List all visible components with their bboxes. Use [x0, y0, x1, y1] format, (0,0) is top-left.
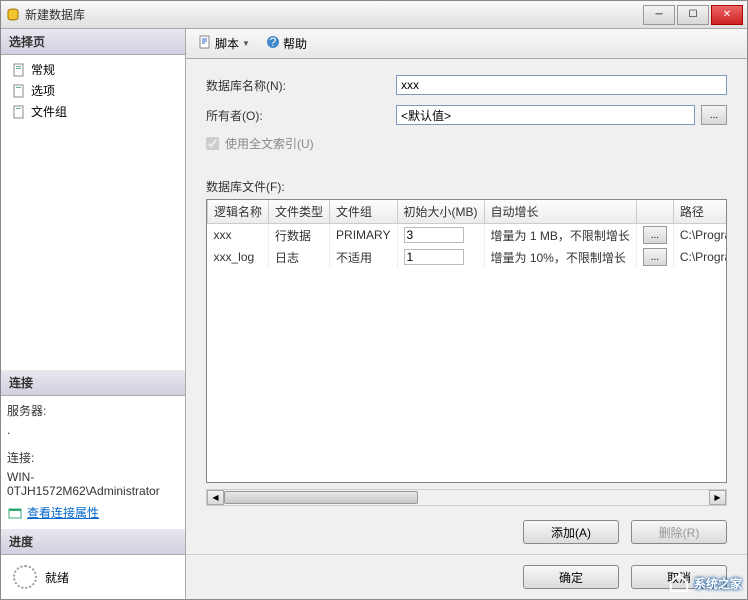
- sidebar: 选择页 常规 选项 文件组 连接 服务器: .: [1, 29, 186, 599]
- scroll-right-button[interactable]: ▶: [709, 490, 726, 505]
- scroll-track[interactable]: [224, 490, 709, 505]
- page-icon: [11, 104, 27, 120]
- cell-size[interactable]: [397, 224, 484, 247]
- dialog-window: 新建数据库 ─ ☐ ✕ 选择页 常规 选项 文件组: [0, 0, 748, 600]
- connection-header: 连接: [1, 370, 185, 396]
- script-icon: [198, 35, 212, 52]
- db-name-input[interactable]: [396, 75, 727, 95]
- horizontal-scrollbar[interactable]: ◀ ▶: [206, 489, 727, 506]
- window-buttons: ─ ☐ ✕: [643, 5, 743, 25]
- db-files-label: 数据库文件(F):: [186, 170, 747, 199]
- sidebar-item-label: 选项: [31, 82, 55, 99]
- growth-ellipsis-button[interactable]: ...: [643, 226, 667, 244]
- cell-type[interactable]: 日志: [269, 246, 330, 268]
- cell-growth-btn[interactable]: ...: [636, 224, 673, 247]
- select-page-header: 选择页: [1, 29, 185, 55]
- close-button[interactable]: ✕: [711, 5, 743, 25]
- size-input[interactable]: [404, 227, 464, 243]
- add-button[interactable]: 添加(A): [523, 520, 619, 544]
- titlebar[interactable]: 新建数据库 ─ ☐ ✕: [1, 1, 747, 29]
- sidebar-item-options[interactable]: 选项: [7, 80, 179, 101]
- col-initial-size[interactable]: 初始大小(MB): [397, 200, 484, 224]
- connection-body: 服务器: . 连接: WIN-0TJH1572M62\Administrator…: [1, 396, 185, 529]
- properties-icon: [7, 505, 23, 521]
- scroll-left-button[interactable]: ◀: [207, 490, 224, 505]
- grid-header-row: 逻辑名称 文件类型 文件组 初始大小(MB) 自动增长 路径: [208, 200, 728, 224]
- view-connection-properties[interactable]: 查看连接属性: [7, 500, 179, 525]
- help-button[interactable]: ? 帮助: [260, 33, 313, 54]
- cell-growth[interactable]: 增量为 10%，不限制增长: [484, 246, 636, 268]
- sidebar-item-label: 常规: [31, 61, 55, 78]
- view-connection-link[interactable]: 查看连接属性: [27, 504, 99, 521]
- help-label: 帮助: [283, 35, 307, 52]
- progress-spinner-icon: [13, 565, 37, 589]
- col-path[interactable]: 路径: [673, 200, 727, 224]
- chevron-down-icon: ▼: [242, 39, 250, 48]
- files-grid[interactable]: 逻辑名称 文件类型 文件组 初始大小(MB) 自动增长 路径 xxx行数据PRI…: [206, 199, 727, 483]
- cancel-button[interactable]: 取消: [631, 565, 727, 589]
- fulltext-label: 使用全文索引(U): [225, 135, 314, 152]
- col-logical-name[interactable]: 逻辑名称: [208, 200, 269, 224]
- dialog-body: 选择页 常规 选项 文件组 连接 服务器: .: [1, 29, 747, 599]
- cell-size[interactable]: [397, 246, 484, 268]
- table-row[interactable]: xxx行数据PRIMARY 增量为 1 MB，不限制增长... C:\Program…: [208, 224, 728, 247]
- cell-growth[interactable]: 增量为 1 MB，不限制增长: [484, 224, 636, 247]
- toolbar: 脚本 ▼ ? 帮助: [186, 29, 747, 59]
- cell-name[interactable]: xxx: [208, 224, 269, 247]
- connection-label: 连接:: [7, 447, 179, 468]
- owner-label: 所有者(O):: [206, 107, 396, 124]
- maximize-button[interactable]: ☐: [677, 5, 709, 25]
- svg-text:?: ?: [270, 35, 277, 49]
- fulltext-checkbox: [206, 137, 219, 150]
- cell-growth-btn[interactable]: ...: [636, 246, 673, 268]
- cell-group[interactable]: PRIMARY: [330, 224, 397, 247]
- help-icon: ?: [266, 35, 280, 52]
- col-growth-btn[interactable]: [636, 200, 673, 224]
- remove-button: 删除(R): [631, 520, 727, 544]
- connection-value: WIN-0TJH1572M62\Administrator: [7, 468, 179, 500]
- growth-ellipsis-button[interactable]: ...: [643, 248, 667, 266]
- script-button[interactable]: 脚本 ▼: [192, 33, 256, 54]
- ok-button[interactable]: 确定: [523, 565, 619, 589]
- file-buttons: 添加(A) 删除(R): [186, 514, 747, 550]
- size-input[interactable]: [404, 249, 464, 265]
- page-icon: [11, 62, 27, 78]
- script-label: 脚本: [215, 35, 239, 52]
- cell-path[interactable]: C:\Program Files\Mic: [673, 224, 727, 247]
- cell-name[interactable]: xxx_log: [208, 246, 269, 268]
- progress-status: 就绪: [45, 569, 69, 586]
- database-icon: [5, 7, 21, 23]
- sidebar-item-general[interactable]: 常规: [7, 59, 179, 80]
- cell-type[interactable]: 行数据: [269, 224, 330, 247]
- progress-body: 就绪: [1, 555, 185, 599]
- cell-path[interactable]: C:\Program Files\Mic: [673, 246, 727, 268]
- col-autogrowth[interactable]: 自动增长: [484, 200, 636, 224]
- select-page-body: 常规 选项 文件组: [1, 55, 185, 126]
- server-label: 服务器:: [7, 400, 179, 421]
- window-title: 新建数据库: [25, 6, 643, 23]
- dialog-buttons: 确定 取消: [186, 554, 747, 599]
- col-file-type[interactable]: 文件类型: [269, 200, 330, 224]
- scroll-thumb[interactable]: [224, 491, 418, 504]
- table-row[interactable]: xxx_log日志不适用 增量为 10%，不限制增长... C:\Program F…: [208, 246, 728, 268]
- page-icon: [11, 83, 27, 99]
- form-area: 数据库名称(N): 所有者(O): ... 使用全文索引(U): [186, 59, 747, 170]
- owner-input[interactable]: [396, 105, 695, 125]
- progress-header: 进度: [1, 529, 185, 555]
- sidebar-item-filegroups[interactable]: 文件组: [7, 101, 179, 122]
- server-value: .: [7, 421, 179, 439]
- minimize-button[interactable]: ─: [643, 5, 675, 25]
- col-filegroup[interactable]: 文件组: [330, 200, 397, 224]
- main-panel: 脚本 ▼ ? 帮助 数据库名称(N): 所有者(O): ...: [186, 29, 747, 599]
- db-name-label: 数据库名称(N):: [206, 77, 396, 94]
- owner-browse-button[interactable]: ...: [701, 105, 727, 125]
- sidebar-spacer: [1, 126, 185, 370]
- cell-group[interactable]: 不适用: [330, 246, 397, 268]
- sidebar-item-label: 文件组: [31, 103, 67, 120]
